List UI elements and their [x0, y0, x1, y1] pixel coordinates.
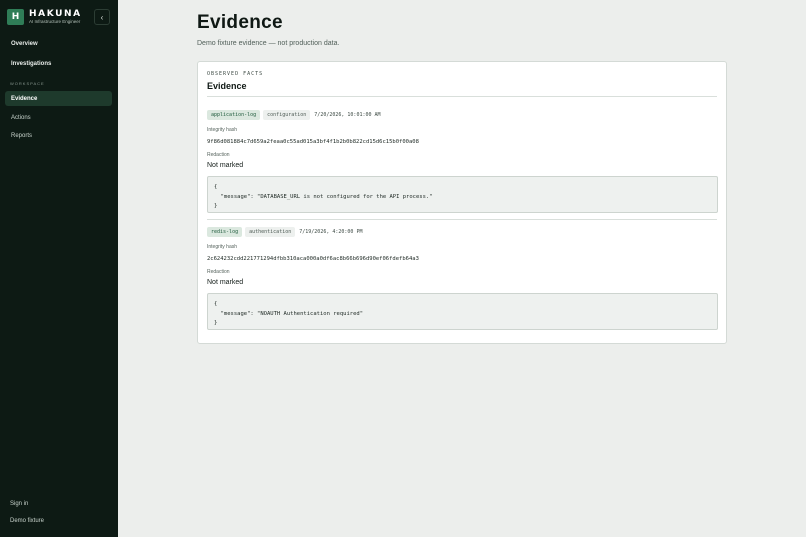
source-badge: redis-log [207, 227, 243, 237]
brand-subtitle: AI Infrastructure Engineer [29, 19, 81, 24]
item-divider [207, 219, 717, 220]
main-content: Evidence Demo fixture evidence — not pro… [118, 0, 806, 537]
hash-label: Integrity hash [207, 127, 238, 133]
redaction-value: Not marked [207, 162, 244, 169]
redaction-label: Redaction [207, 269, 230, 275]
timestamp: 7/20/2026, 10:01:00 AM [314, 112, 381, 118]
evidence-payload: { "message": "DATABASE_URL is not config… [207, 176, 718, 213]
nav-item-reports[interactable]: Reports [5, 128, 112, 143]
page-title: Evidence [197, 12, 283, 33]
evidence-payload: { "message": "NOAUTH Authentication requ… [207, 293, 718, 330]
category-badge: authentication [245, 227, 296, 237]
evidence-card: OBSERVED FACTS Evidence application-log … [197, 61, 727, 344]
brand-name: HAKUNA [29, 9, 82, 19]
integrity-hash: 9f86d081884c7d659a2feaa0c55ad015a3bf4f1b… [207, 139, 419, 145]
collapse-sidebar-button[interactable]: ‹ [94, 9, 110, 25]
evidence-item: redis-log authentication 7/19/2026, 4:20… [207, 227, 718, 330]
category-badge: configuration [263, 110, 311, 120]
card-eyebrow: OBSERVED FACTS [207, 71, 264, 77]
card-title: Evidence [207, 81, 247, 91]
integrity-hash: 2c624232cdd221771294dfbb310aca000a0df6ac… [207, 256, 419, 262]
sidebar: H HAKUNA AI Infrastructure Engineer ‹ Ov… [0, 0, 118, 537]
chevron-left-icon: ‹ [100, 12, 104, 22]
nav-item-overview[interactable]: Overview [5, 36, 112, 51]
page-subtitle: Demo fixture evidence — not production d… [197, 40, 340, 47]
card-divider [207, 96, 717, 97]
nav-item-evidence[interactable]: Evidence [5, 91, 112, 106]
nav-item-label: Evidence [11, 95, 38, 102]
nav-item-actions[interactable]: Actions [5, 110, 112, 125]
evidence-item: application-log configuration 7/20/2026,… [207, 110, 718, 213]
demo-fixture-link[interactable]: Demo fixture [10, 518, 44, 524]
hash-label: Integrity hash [207, 244, 238, 250]
nav-item-label: Overview [11, 40, 38, 47]
timestamp: 7/19/2026, 4:20:00 PM [299, 229, 363, 235]
nav-item-label: Actions [11, 114, 31, 121]
source-badge: application-log [207, 110, 261, 120]
redaction-value: Not marked [207, 279, 244, 286]
nav-item-label: Reports [11, 132, 33, 139]
nav-section-workspace: WORKSPACE [10, 81, 45, 86]
brand-logo-icon: H [7, 9, 24, 25]
brand[interactable]: H HAKUNA AI Infrastructure Engineer [7, 9, 82, 25]
nav-item-label: Investigations [11, 60, 52, 67]
redaction-label: Redaction [207, 152, 230, 158]
sign-in-link[interactable]: Sign in [10, 501, 28, 507]
nav-item-investigations[interactable]: Investigations [5, 56, 112, 71]
